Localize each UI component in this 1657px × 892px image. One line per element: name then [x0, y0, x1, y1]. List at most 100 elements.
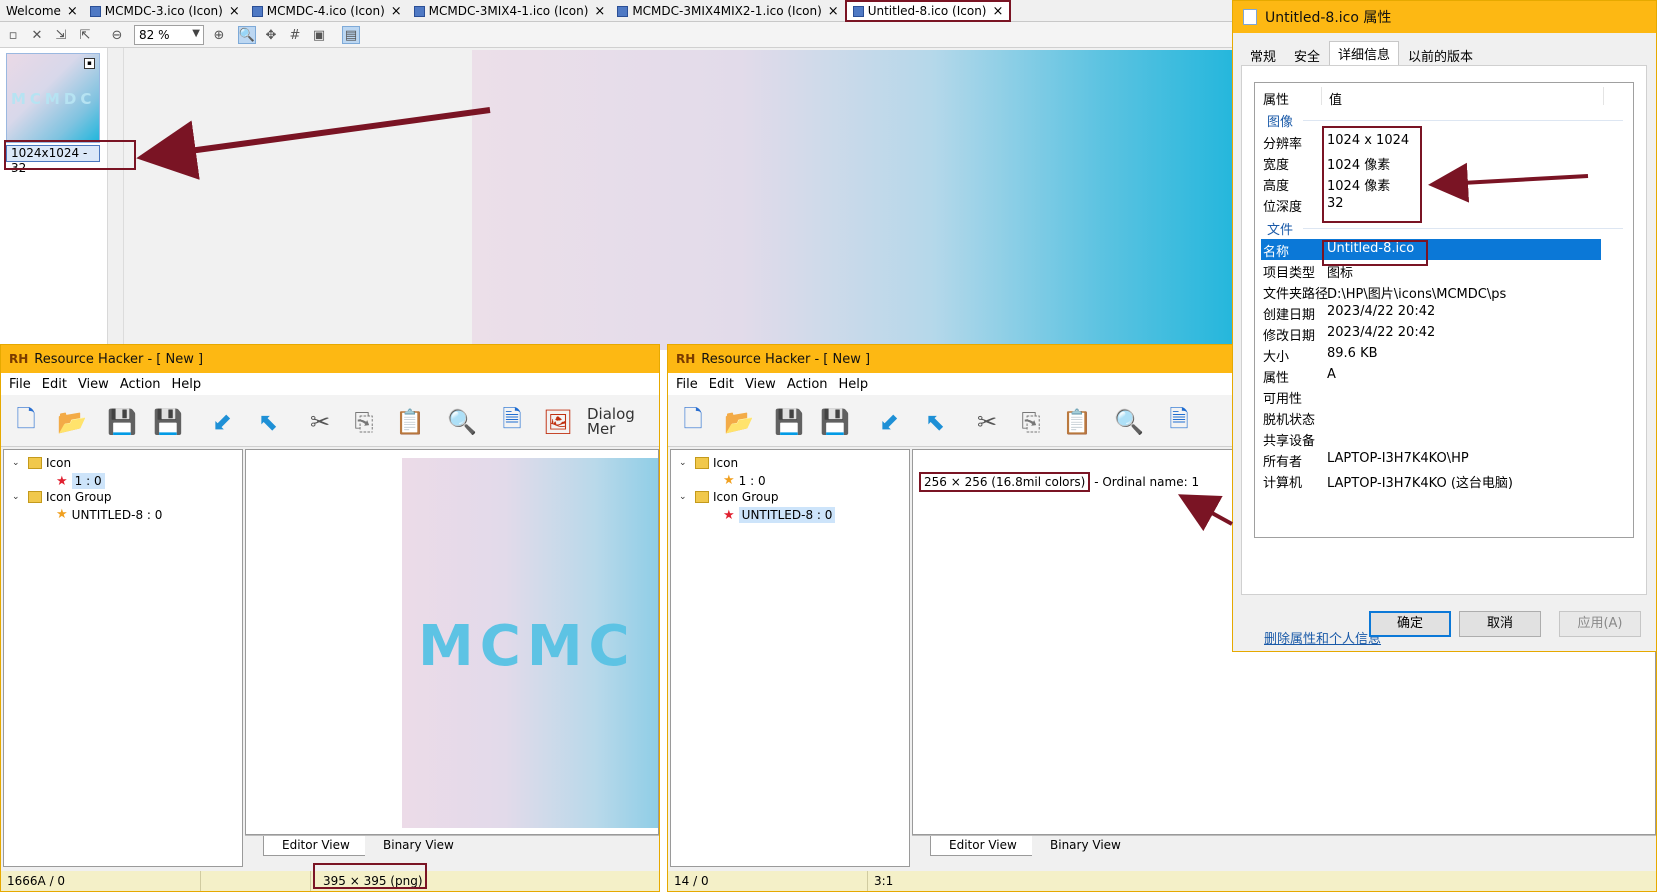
property-row[interactable]: 文件夹路径 D:\HP\图片\icons\MCMDC\ps	[1261, 281, 1601, 302]
remove-properties-link[interactable]: 删除属性和个人信息	[1264, 628, 1381, 647]
property-row[interactable]: 创建日期 2023/4/22 20:42	[1261, 302, 1601, 323]
menu-help[interactable]: Help	[172, 377, 202, 392]
expand-icon[interactable]: ⌄	[12, 458, 22, 468]
property-row[interactable]: 所有者 LAPTOP-I3H7K4KO\HP	[1261, 449, 1601, 470]
add-resource-icon[interactable]: 🗎	[1162, 405, 1196, 439]
property-row[interactable]: 项目类型 图标	[1261, 260, 1601, 281]
zoom-select[interactable]: 82 % ▼	[134, 25, 204, 45]
property-row[interactable]: 属性 A	[1261, 365, 1601, 386]
run-script-icon[interactable]: ⬉	[251, 405, 285, 439]
property-row[interactable]: 修改日期 2023/4/22 20:42	[1261, 323, 1601, 344]
tree-node-icon[interactable]: ⌄ Icon	[12, 456, 71, 470]
copy-icon[interactable]: ⎘	[1014, 405, 1048, 439]
close-icon[interactable]: ×	[391, 4, 402, 19]
property-row[interactable]: 共享设备	[1261, 428, 1601, 449]
grid-icon[interactable]: #	[286, 26, 304, 44]
property-row[interactable]: 大小 89.6 KB	[1261, 344, 1601, 365]
apply-button[interactable]: 应用(A)	[1559, 611, 1641, 637]
tab-editor-view[interactable]: Editor View	[263, 836, 369, 856]
save-as-icon[interactable]: 💾	[818, 405, 852, 439]
pointer-icon[interactable]: ✥	[262, 26, 280, 44]
close-icon[interactable]: ×	[992, 4, 1003, 19]
tree-node-untitled-8[interactable]: ★ UNTITLED-8 : 0	[723, 507, 836, 523]
expand-icon[interactable]: ⌄	[679, 458, 689, 468]
menu-edit[interactable]: Edit	[709, 377, 734, 392]
tab-previous-versions[interactable]: 以前的版本	[1399, 43, 1482, 65]
add-image-icon[interactable]: 🖼	[541, 405, 575, 439]
property-row[interactable]: 可用性	[1261, 386, 1601, 407]
tab-mcmdc-4[interactable]: MCMDC-4.ico (Icon) ×	[246, 0, 408, 22]
open-folder-icon[interactable]: 📂	[722, 405, 756, 439]
column-header-property[interactable]: 属性	[1263, 89, 1289, 108]
tab-welcome[interactable]: Welcome ×	[0, 0, 84, 22]
tab-security[interactable]: 安全	[1285, 43, 1329, 65]
tree-node-icon-1-0[interactable]: ★ 1 : 0	[56, 473, 105, 489]
cancel-button[interactable]: 取消	[1459, 611, 1541, 637]
new-icon[interactable]: ▫	[4, 26, 22, 44]
zoom-out-icon[interactable]: ⊖	[108, 26, 126, 44]
tab-details[interactable]: 详细信息	[1329, 41, 1400, 65]
tree-node-icon-group[interactable]: ⌄ Icon Group	[679, 490, 778, 504]
open-folder-icon[interactable]: 📂	[55, 405, 89, 439]
magnify-icon[interactable]: 🔍	[238, 26, 256, 44]
tab-mcmdc-3[interactable]: MCMDC-3.ico (Icon) ×	[84, 0, 246, 22]
paste-icon[interactable]: 📋	[393, 405, 427, 439]
tree-node-icon[interactable]: ⌄ Icon	[679, 456, 738, 470]
compile-icon[interactable]: ⬋	[872, 405, 906, 439]
menu-view[interactable]: View	[78, 377, 109, 392]
menu-action[interactable]: Action	[787, 377, 828, 392]
run-script-icon[interactable]: ⬉	[918, 405, 952, 439]
tab-binary-view[interactable]: Binary View	[365, 836, 472, 856]
new-file-icon[interactable]: 🗋	[676, 405, 710, 439]
menu-file[interactable]: File	[9, 377, 31, 392]
import-icon[interactable]: ⇲	[52, 26, 70, 44]
vertical-scrollbar[interactable]	[108, 48, 124, 350]
menu-view[interactable]: View	[745, 377, 776, 392]
property-row[interactable]: 高度 1024 像素	[1261, 173, 1601, 194]
find-icon[interactable]: 🔍	[1112, 405, 1146, 439]
save-icon[interactable]: 💾	[772, 405, 806, 439]
save-icon[interactable]: 💾	[105, 405, 139, 439]
expand-icon[interactable]: ⌄	[679, 492, 689, 502]
menu-help[interactable]: Help	[839, 377, 869, 392]
tab-mcmdc-3mix4-1[interactable]: MCMDC-3MIX4-1.ico (Icon) ×	[408, 0, 612, 22]
menu-edit[interactable]: Edit	[42, 377, 67, 392]
export-icon[interactable]: ⇱	[76, 26, 94, 44]
tree-node-icon-1-0[interactable]: ★ 1 : 0	[723, 473, 766, 488]
close-icon[interactable]: ×	[67, 4, 78, 19]
delete-icon[interactable]: ✕	[28, 26, 46, 44]
new-file-icon[interactable]: 🗋	[9, 405, 43, 439]
tab-binary-view[interactable]: Binary View	[1032, 836, 1139, 856]
property-row[interactable]: 计算机 LAPTOP-I3H7K4KO (这台电脑)	[1261, 470, 1601, 491]
close-icon[interactable]: ×	[828, 4, 839, 19]
menu-file[interactable]: File	[676, 377, 698, 392]
tree-node-untitled-8[interactable]: ★ UNTITLED-8 : 0	[56, 507, 162, 522]
property-row[interactable]: 分辨率 1024 x 1024	[1261, 131, 1601, 152]
ok-button[interactable]: 确定	[1369, 611, 1451, 637]
image-thumbnail[interactable]: MCMDC ▪	[6, 53, 100, 143]
find-icon[interactable]: 🔍	[445, 405, 479, 439]
zoom-in-icon[interactable]: ⊕	[210, 26, 228, 44]
close-icon[interactable]: ×	[229, 4, 240, 19]
cut-icon[interactable]: ✂	[970, 405, 1004, 439]
paste-icon[interactable]: 📋	[1060, 405, 1094, 439]
add-resource-icon[interactable]: 🗎	[495, 405, 529, 439]
property-row[interactable]: 位深度 32	[1261, 194, 1601, 215]
tab-general[interactable]: 常规	[1241, 43, 1285, 65]
close-icon[interactable]: ×	[594, 4, 605, 19]
save-as-icon[interactable]: 💾	[151, 405, 185, 439]
dialog-menu-icon[interactable]: Dialog Mer	[587, 405, 641, 439]
panel-icon[interactable]: ▣	[310, 26, 328, 44]
expand-icon[interactable]: ⌄	[12, 492, 22, 502]
preview-icon[interactable]: ▤	[342, 26, 360, 44]
cut-icon[interactable]: ✂	[303, 405, 337, 439]
property-row-selected[interactable]: 名称 Untitled-8.ico	[1261, 239, 1601, 260]
column-header-value[interactable]: 值	[1329, 89, 1342, 108]
tab-editor-view[interactable]: Editor View	[930, 836, 1036, 856]
menu-action[interactable]: Action	[120, 377, 161, 392]
tab-mcmdc-3mix4mix2-1[interactable]: MCMDC-3MIX4MIX2-1.ico (Icon) ×	[611, 0, 844, 22]
property-row[interactable]: 宽度 1024 像素	[1261, 152, 1601, 173]
tree-node-icon-group[interactable]: ⌄ Icon Group	[12, 490, 111, 504]
copy-icon[interactable]: ⎘	[347, 405, 381, 439]
tab-untitled-8[interactable]: Untitled-8.ico (Icon) ×	[844, 0, 1012, 22]
